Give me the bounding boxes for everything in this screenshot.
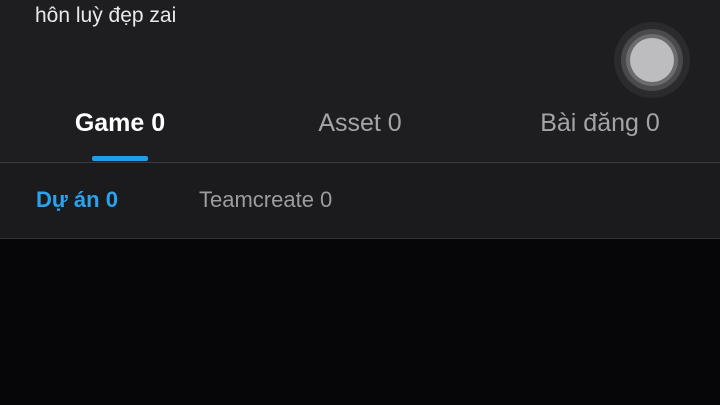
assistive-touch-core xyxy=(630,38,674,82)
profile-header-panel: hôn luỳ đẹp zai Game 0 Asset 0 Bài đăng … xyxy=(0,0,720,162)
tab-posts[interactable]: Bài đăng 0 xyxy=(540,108,660,138)
assistive-touch-outer-ring xyxy=(621,29,683,91)
tab-asset[interactable]: Asset 0 xyxy=(318,108,401,138)
active-tab-indicator xyxy=(92,156,148,161)
content-list-area xyxy=(0,239,720,405)
profile-screen: hôn luỳ đẹp zai Game 0 Asset 0 Bài đăng … xyxy=(0,0,720,405)
subtab-projects[interactable]: Dự án 0 xyxy=(36,186,118,214)
assistive-touch-inner-ring xyxy=(626,34,678,86)
tab-game[interactable]: Game 0 xyxy=(75,108,165,138)
subtab-teamcreate[interactable]: Teamcreate 0 xyxy=(199,186,332,214)
assistive-touch-icon[interactable] xyxy=(614,22,690,98)
profile-bio: hôn luỳ đẹp zai xyxy=(35,4,177,27)
